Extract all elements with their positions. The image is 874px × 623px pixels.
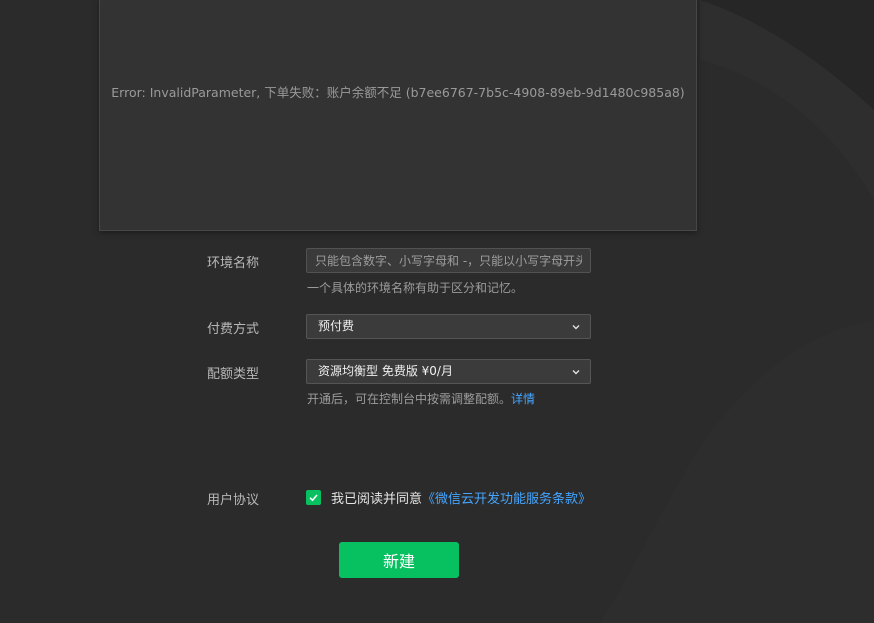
quota-details-link[interactable]: 详情 (511, 392, 535, 406)
chevron-down-icon (572, 370, 580, 375)
create-button[interactable]: 新建 (339, 542, 459, 578)
agreement-prefix: 我已阅读并同意 (331, 492, 423, 507)
env-name-hint: 一个具体的环境名称有助于区分和记忆。 (307, 281, 524, 295)
agreement-checkbox[interactable] (306, 490, 321, 505)
agreement-text: 我已阅读并同意《微信云开发功能服务条款》 (331, 488, 591, 507)
env-name-label: 环境名称 (207, 256, 260, 271)
quota-select-value: 资源均衡型 免费版 ¥0/月 (318, 364, 453, 378)
error-panel: Error: InvalidParameter, 下单失败：账户余额不足 (b7… (99, 0, 697, 231)
terms-link[interactable]: 《微信云开发功能服务条款》 (422, 492, 591, 507)
quota-label: 配额类型 (207, 367, 260, 382)
quota-hint-text: 开通后，可在控制台中按需调整配额。 (307, 392, 512, 406)
agreement-label: 用户协议 (207, 493, 260, 508)
payment-select-value: 预付费 (318, 319, 355, 333)
env-name-input[interactable] (306, 248, 591, 273)
quota-hint: 开通后，可在控制台中按需调整配额。详情 (307, 390, 535, 407)
payment-label: 付费方式 (207, 322, 260, 337)
payment-select[interactable]: 预付费 (306, 314, 591, 339)
quota-select[interactable]: 资源均衡型 免费版 ¥0/月 (306, 359, 591, 384)
chevron-down-icon (572, 325, 580, 330)
error-message: Error: InvalidParameter, 下单失败：账户余额不足 (b7… (111, 85, 685, 100)
check-icon (309, 494, 318, 502)
